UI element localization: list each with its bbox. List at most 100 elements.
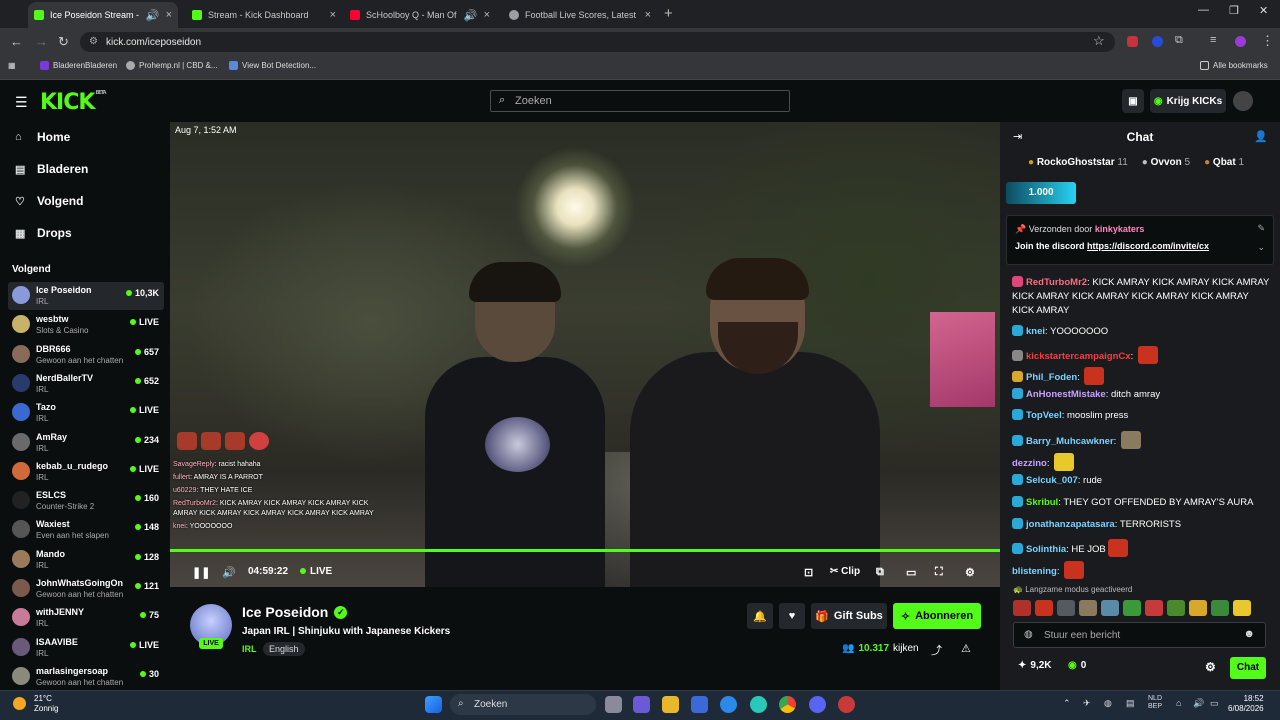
chat-settings-gear-icon[interactable]: ⚙: [1205, 660, 1216, 674]
chrome-icon[interactable]: [779, 696, 796, 713]
emote-icon[interactable]: [1013, 600, 1031, 616]
profile-avatar[interactable]: [1235, 36, 1246, 47]
collapse-chat-icon[interactable]: ⇥: [1013, 130, 1022, 143]
chat-username[interactable]: Skribul: [1026, 497, 1058, 508]
close-icon[interactable]: ×: [645, 9, 651, 21]
volume-icon[interactable]: 🔊: [1193, 698, 1204, 709]
edge-icon[interactable]: [750, 696, 767, 713]
fullscreen-icon[interactable]: ⛶: [935, 566, 943, 579]
tray-app-icon[interactable]: ✈: [1083, 698, 1091, 709]
emoji-picker-icon[interactable]: ☻: [1243, 628, 1255, 640]
sidebar-channel[interactable]: Tazo IRL LIVE: [8, 399, 164, 427]
layout-toggle-icon[interactable]: ▣: [1122, 89, 1144, 113]
captions-icon[interactable]: ⧉: [876, 566, 884, 579]
media-control-icon[interactable]: ≡: [1210, 34, 1216, 46]
bookmark-view-bot[interactable]: View Bot Detection...: [229, 61, 316, 70]
sidebar-channel[interactable]: kebab_u_rudego IRL LIVE: [8, 458, 164, 486]
get-kicks-button[interactable]: ◉ Krijg KICKs: [1150, 89, 1226, 113]
menu-kebab-icon[interactable]: ⋮: [1261, 33, 1274, 49]
chat-username[interactable]: knei: [1026, 326, 1045, 337]
sidebar-channel[interactable]: Mando IRL 128: [8, 546, 164, 574]
emote-icon[interactable]: [1189, 600, 1207, 616]
gifter-1[interactable]: ● RockoGhoststar 11: [1028, 157, 1128, 168]
close-icon[interactable]: ×: [330, 9, 336, 21]
discord-link[interactable]: https://discord.com/invite/cx: [1087, 241, 1209, 251]
send-chat-button[interactable]: Chat: [1230, 657, 1266, 679]
sidebar-channel[interactable]: ISAAVIBE IRL LIVE: [8, 634, 164, 662]
emote-icon[interactable]: [1145, 600, 1163, 616]
pause-button[interactable]: ❚❚: [192, 566, 210, 579]
gift-subs-button[interactable]: 🎁 Gift Subs: [811, 603, 887, 629]
tab-football-scores[interactable]: Football Live Scores, Latest Foo ×: [503, 2, 657, 28]
emote-icon[interactable]: [1057, 600, 1075, 616]
emote-icon[interactable]: [1167, 600, 1185, 616]
close-icon[interactable]: ×: [484, 9, 490, 21]
chat-message[interactable]: Solinthia: HE JOB: [1012, 539, 1270, 557]
taskbar-search[interactable]: ⌕ Zoeken: [450, 694, 596, 715]
sidebar-channel[interactable]: withJENNY IRL 75: [8, 604, 164, 632]
emote-icon[interactable]: [1211, 600, 1229, 616]
all-bookmarks[interactable]: Alle bookmarks: [1200, 61, 1268, 70]
kick-logo[interactable]: KICKBETA: [40, 90, 107, 115]
chat-username[interactable]: RedTurboMr2: [1026, 277, 1087, 288]
extensions-puzzle-icon[interactable]: ⧉: [1175, 34, 1183, 47]
kicks-balance[interactable]: ✦ 9,2K: [1018, 660, 1052, 671]
chat-username[interactable]: dezzino: [1012, 458, 1047, 469]
task-view-icon[interactable]: [605, 696, 622, 713]
chat-username[interactable]: Selcuk_007: [1026, 475, 1078, 486]
discord-icon[interactable]: [809, 696, 826, 713]
emote-icon[interactable]: [1101, 600, 1119, 616]
network-icon[interactable]: ⌂: [1176, 698, 1181, 708]
report-warning-icon[interactable]: ⚠: [961, 642, 971, 655]
chat-message[interactable]: dezzino:: [1012, 453, 1270, 471]
emote-icon[interactable]: [1035, 600, 1053, 616]
volume-icon[interactable]: 🔊: [222, 566, 236, 579]
search-input[interactable]: ⌕ Zoeken: [490, 90, 790, 112]
chevron-down-icon[interactable]: ⌄: [1257, 242, 1265, 253]
progress-bar[interactable]: [170, 549, 1000, 552]
new-tab-button[interactable]: +: [664, 5, 673, 22]
sidebar-channel[interactable]: wesbtw Slots & Casino LIVE: [8, 311, 164, 339]
address-bar[interactable]: ⚙ kick.com/iceposeidon: [80, 32, 1115, 52]
notification-bell-button[interactable]: 🔔: [747, 603, 773, 629]
sidebar-channel[interactable]: DBR666 Gewoon aan het chatten 657: [8, 341, 164, 369]
tab-ice-poseidon[interactable]: Ice Poseidon Stream - Wat 🔊 ×: [28, 2, 178, 28]
emote-icon[interactable]: [1079, 600, 1097, 616]
close-window-button[interactable]: ✕: [1259, 4, 1268, 17]
maximize-button[interactable]: ❐: [1229, 4, 1239, 17]
streamer-name[interactable]: Ice Poseidon ✓: [242, 604, 348, 620]
chat-badge-icon[interactable]: ◍: [1024, 629, 1033, 640]
sidebar-item-drops[interactable]: ▦ Drops: [15, 226, 72, 240]
subscribe-button[interactable]: ✧ Abonneren: [893, 603, 981, 629]
back-button[interactable]: ←: [10, 34, 23, 49]
language-tag[interactable]: English: [263, 642, 305, 656]
language-indicator[interactable]: NLD BEP: [1148, 695, 1162, 711]
miniplayer-icon[interactable]: ▭: [906, 566, 916, 579]
unpin-icon[interactable]: ✎: [1257, 223, 1265, 234]
close-icon[interactable]: ×: [166, 9, 172, 21]
sidebar-item-home[interactable]: ⌂ Home: [15, 130, 70, 144]
chat-message[interactable]: kickstartercampaignCx:: [1012, 346, 1270, 364]
sidebar-channel[interactable]: ESLCS Counter-Strike 2 160: [8, 487, 164, 515]
chat-username[interactable]: blistening: [1012, 566, 1057, 577]
reload-button[interactable]: ↻: [58, 34, 69, 50]
chat-username[interactable]: kickstartercampaignCx: [1026, 351, 1131, 362]
extension-icon[interactable]: [1127, 36, 1138, 47]
chat-message[interactable]: Barry_Muhcawkner:: [1012, 431, 1270, 449]
chat-message[interactable]: Selcuk_007: rude: [1012, 474, 1270, 488]
file-explorer-icon[interactable]: [662, 696, 679, 713]
chat-username[interactable]: Barry_Muhcawkner: [1026, 436, 1114, 447]
chat-message[interactable]: TopVeel: mooslim press: [1012, 409, 1270, 423]
channel-points[interactable]: ◉ 0: [1068, 660, 1086, 671]
emote-icon[interactable]: [1123, 600, 1141, 616]
chat-username[interactable]: TopVeel: [1026, 410, 1062, 421]
teams-icon[interactable]: [633, 696, 650, 713]
kicks-goal-badge[interactable]: 1.000: [1006, 182, 1076, 204]
chat-message[interactable]: Phil_Foden:: [1012, 367, 1270, 385]
gifter-2[interactable]: ● Ovvon 5: [1142, 157, 1190, 168]
chat-users-icon[interactable]: 👤: [1254, 130, 1268, 143]
sidebar-channel[interactable]: Ice Poseidon IRL 10,3K: [8, 282, 164, 310]
app-icon[interactable]: [838, 696, 855, 713]
chat-message[interactable]: Skribul: THEY GOT OFFENDED BY AMRAY'S AU…: [1012, 496, 1270, 510]
sidebar-channel[interactable]: Waxiest Even aan het slapen 148: [8, 516, 164, 544]
